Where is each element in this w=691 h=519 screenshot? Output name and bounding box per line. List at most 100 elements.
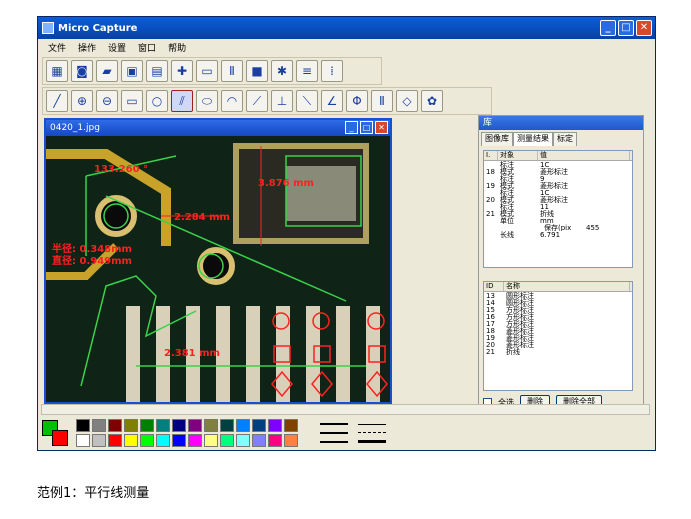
color-swatch[interactable] bbox=[124, 419, 138, 432]
results-row[interactable]: 保存(pix 455 bbox=[484, 224, 632, 231]
color-swatch[interactable] bbox=[140, 419, 154, 432]
color-swatch[interactable] bbox=[124, 434, 138, 447]
color-swatch[interactable] bbox=[108, 419, 122, 432]
color-swatch[interactable] bbox=[140, 434, 154, 447]
results-row[interactable]: 20 模式 菱形标注 bbox=[484, 196, 632, 203]
arc-icon[interactable]: ◠ bbox=[221, 90, 243, 112]
objects-table[interactable]: ID 名称 13 圆形标注 14 圆形标注 15 方形标注 16 方形标注 17 方形标注 18 菱形… bbox=[483, 281, 633, 391]
square-mark-icon[interactable]: Ⅱ bbox=[371, 90, 393, 112]
stop-icon[interactable]: ■ bbox=[246, 60, 268, 82]
color-swatch[interactable] bbox=[236, 434, 250, 447]
image-maximize-button[interactable]: □ bbox=[360, 121, 373, 134]
image-minimize-button[interactable]: _ bbox=[345, 121, 358, 134]
color-swatch[interactable] bbox=[252, 434, 266, 447]
camera-icon[interactable]: ◙ bbox=[71, 60, 93, 82]
grid-icon[interactable]: ⁞ bbox=[321, 60, 343, 82]
menu-operate[interactable]: 操作 bbox=[78, 41, 96, 54]
folder-icon[interactable]: ▰ bbox=[96, 60, 118, 82]
objects-row[interactable]: 15 方形标注 bbox=[484, 306, 632, 313]
color-swatch[interactable] bbox=[204, 434, 218, 447]
line-style-icon[interactable] bbox=[320, 420, 348, 446]
pcb-image[interactable]: 133.260 ° 2.284 mm 3.876 mm 半径: 0.348mm … bbox=[46, 136, 390, 402]
image-title-bar[interactable]: 0420_1.jpg bbox=[46, 120, 390, 136]
puzzle-icon[interactable]: ✚ bbox=[171, 60, 193, 82]
objects-row[interactable]: 20 菱形标注 bbox=[484, 341, 632, 348]
color-swatch[interactable] bbox=[188, 419, 202, 432]
swatch-grid bbox=[76, 419, 300, 447]
color-swatch[interactable] bbox=[284, 419, 298, 432]
objects-row[interactable]: 16 方形标注 bbox=[484, 313, 632, 320]
objects-row[interactable]: 17 方形标注 bbox=[484, 320, 632, 327]
color-swatch[interactable] bbox=[156, 434, 170, 447]
angle-icon[interactable]: ∠ bbox=[321, 90, 343, 112]
color-swatch[interactable] bbox=[252, 419, 266, 432]
rectangle-icon[interactable]: ▭ bbox=[121, 90, 143, 112]
film-icon[interactable]: ▦ bbox=[46, 60, 68, 82]
image-icon[interactable]: ▣ bbox=[121, 60, 143, 82]
color-swatch[interactable] bbox=[284, 434, 298, 447]
save-icon[interactable]: ▭ bbox=[196, 60, 218, 82]
results-row[interactable]: 标注 11 bbox=[484, 203, 632, 210]
results-row[interactable]: 标注 1C bbox=[484, 189, 632, 196]
line-icon[interactable]: ╱ bbox=[46, 90, 68, 112]
color-swatch[interactable] bbox=[268, 434, 282, 447]
image-close-button[interactable]: ✕ bbox=[375, 121, 388, 134]
color-swatch[interactable] bbox=[76, 419, 90, 432]
tab-calibration[interactable]: 标定 bbox=[553, 132, 577, 146]
objects-row[interactable]: 19 菱形标注 bbox=[484, 334, 632, 341]
menu-help[interactable]: 帮助 bbox=[168, 41, 186, 54]
results-table[interactable]: I. 对象 值 标注 1C 18 模式 菱形标注 标注 9 19 模式 菱形标注 标注 1C 20 模式菱… bbox=[483, 150, 633, 268]
settings-icon[interactable]: ✱ bbox=[271, 60, 293, 82]
close-button[interactable]: ✕ bbox=[636, 20, 652, 36]
tab-image-library[interactable]: 图像库 bbox=[481, 132, 513, 146]
point-line-icon[interactable]: ⟋ bbox=[246, 90, 268, 112]
color-swatch[interactable] bbox=[172, 434, 186, 447]
title-bar[interactable]: Micro Capture _ □ ✕ bbox=[38, 17, 655, 39]
line-width-icon[interactable] bbox=[358, 420, 386, 446]
polyline-icon[interactable]: ⟍ bbox=[296, 90, 318, 112]
color-swatch[interactable] bbox=[220, 434, 234, 447]
zoom-in-icon[interactable]: ⊕ bbox=[71, 90, 93, 112]
results-row[interactable]: 21 模式 折线 bbox=[484, 210, 632, 217]
results-row[interactable]: 18 模式 菱形标注 bbox=[484, 168, 632, 175]
color-swatch[interactable] bbox=[76, 434, 90, 447]
color-swatch[interactable] bbox=[108, 434, 122, 447]
maximize-button[interactable]: □ bbox=[618, 20, 634, 36]
perpendicular-icon[interactable]: ⊥ bbox=[271, 90, 293, 112]
parallel-lines-icon[interactable]: ⫽ bbox=[171, 90, 193, 112]
menu-window[interactable]: 窗口 bbox=[138, 41, 156, 54]
results-row[interactable]: 单位 mm bbox=[484, 217, 632, 224]
pause-icon[interactable]: Ⅱ bbox=[221, 60, 243, 82]
circle-mark-icon[interactable]: Φ bbox=[346, 90, 368, 112]
ruler-icon[interactable]: ≡ bbox=[296, 60, 318, 82]
objects-row[interactable]: 18 菱形标注 bbox=[484, 327, 632, 334]
tab-measure-results[interactable]: 测量结果 bbox=[513, 132, 553, 146]
circle-icon[interactable]: ○ bbox=[146, 90, 168, 112]
color-swatch[interactable] bbox=[220, 419, 234, 432]
ellipse-icon[interactable]: ⬭ bbox=[196, 90, 218, 112]
color-swatch[interactable] bbox=[172, 419, 186, 432]
menu-settings[interactable]: 设置 bbox=[108, 41, 126, 54]
horizontal-scrollbar[interactable] bbox=[41, 404, 650, 415]
objects-row[interactable]: 13 圆形标注 bbox=[484, 292, 632, 299]
current-color-indicator[interactable] bbox=[42, 420, 68, 446]
color-icon[interactable]: ✿ bbox=[421, 90, 443, 112]
color-swatch[interactable] bbox=[204, 419, 218, 432]
color-swatch[interactable] bbox=[236, 419, 250, 432]
diamond-mark-icon[interactable]: ◇ bbox=[396, 90, 418, 112]
color-swatch[interactable] bbox=[92, 434, 106, 447]
image-export-icon[interactable]: ▤ bbox=[146, 60, 168, 82]
color-swatch[interactable] bbox=[156, 419, 170, 432]
color-swatch[interactable] bbox=[268, 419, 282, 432]
results-row[interactable]: 长线 6.791 bbox=[484, 231, 632, 238]
objects-row[interactable]: 14 圆形标注 bbox=[484, 299, 632, 306]
results-row[interactable]: 19 模式 菱形标注 bbox=[484, 182, 632, 189]
color-swatch[interactable] bbox=[188, 434, 202, 447]
zoom-out-icon[interactable]: ⊖ bbox=[96, 90, 118, 112]
results-row[interactable]: 标注 1C bbox=[484, 161, 632, 168]
color-swatch[interactable] bbox=[92, 419, 106, 432]
menu-file[interactable]: 文件 bbox=[48, 41, 66, 54]
objects-row[interactable]: 21 折线 bbox=[484, 348, 632, 355]
minimize-button[interactable]: _ bbox=[600, 20, 616, 36]
results-row[interactable]: 标注 9 bbox=[484, 175, 632, 182]
